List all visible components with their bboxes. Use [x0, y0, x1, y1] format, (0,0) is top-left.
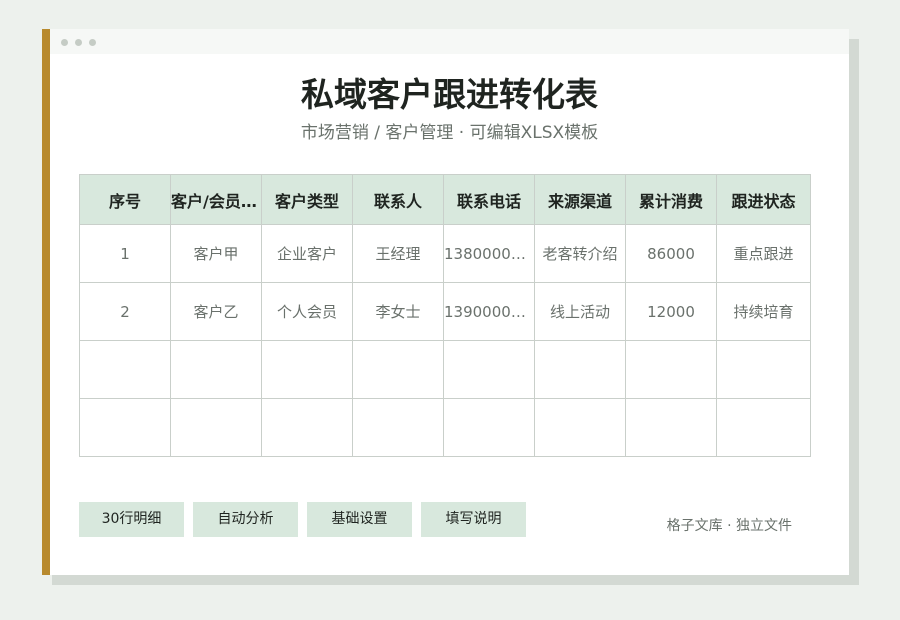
table-cell[interactable]: 持续培育	[716, 282, 811, 341]
column-header-customer[interactable]: 客户/会员名称	[170, 174, 262, 225]
table-cell[interactable]: 重点跟进	[716, 224, 811, 283]
table-cell[interactable]	[716, 398, 811, 457]
table-row	[79, 398, 811, 457]
table-cell[interactable]: 13900000000	[443, 282, 535, 341]
column-header-index[interactable]: 序号	[79, 174, 171, 225]
table-cell[interactable]	[625, 340, 717, 399]
accent-bar	[42, 29, 50, 575]
column-header-channel[interactable]: 来源渠道	[534, 174, 626, 225]
table-cell[interactable]: 1	[79, 224, 171, 283]
table-cell[interactable]	[534, 340, 626, 399]
sheet-tab-settings[interactable]: 基础设置	[307, 502, 412, 537]
column-header-contact[interactable]: 联系人	[352, 174, 444, 225]
table-cell[interactable]: 王经理	[352, 224, 444, 283]
sheet-tab-analysis[interactable]: 自动分析	[193, 502, 298, 537]
column-header-spend[interactable]: 累计消费	[625, 174, 717, 225]
table-cell[interactable]: 13800000000	[443, 224, 535, 283]
page-subtitle: 市场营销 / 客户管理 · 可编辑XLSX模板	[300, 123, 599, 143]
table-cell[interactable]	[625, 398, 717, 457]
table-cell[interactable]: 86000	[625, 224, 717, 283]
window-dot-icon	[89, 39, 96, 46]
table-row: 1 客户甲 企业客户 王经理 13800000000 老客转介绍 86000 重…	[79, 224, 811, 283]
window-dot-icon	[75, 39, 82, 46]
table-cell[interactable]	[443, 398, 535, 457]
table-cell[interactable]: 客户甲	[170, 224, 262, 283]
table-row	[79, 340, 811, 399]
table-cell[interactable]: 个人会员	[261, 282, 353, 341]
column-header-phone[interactable]: 联系电话	[443, 174, 535, 225]
table-cell[interactable]: 李女士	[352, 282, 444, 341]
table-cell[interactable]: 线上活动	[534, 282, 626, 341]
table-cell[interactable]	[716, 340, 811, 399]
table-cell[interactable]	[170, 398, 262, 457]
window-titlebar	[50, 29, 849, 54]
table-cell[interactable]	[443, 340, 535, 399]
column-header-status[interactable]: 跟进状态	[716, 174, 811, 225]
table-cell[interactable]: 客户乙	[170, 282, 262, 341]
table-cell[interactable]	[352, 398, 444, 457]
page-title: 私域客户跟进转化表	[301, 75, 598, 114]
table-cell[interactable]	[79, 340, 171, 399]
sheet-tab-detail[interactable]: 30行明细	[79, 502, 184, 537]
table-cell[interactable]	[352, 340, 444, 399]
table-cell[interactable]	[170, 340, 262, 399]
table-cell[interactable]	[79, 398, 171, 457]
table-cell[interactable]: 老客转介绍	[534, 224, 626, 283]
table-cell[interactable]: 企业客户	[261, 224, 353, 283]
table-cell[interactable]: 12000	[625, 282, 717, 341]
table-cell[interactable]	[534, 398, 626, 457]
table-row: 2 客户乙 个人会员 李女士 13900000000 线上活动 12000 持续…	[79, 282, 811, 341]
table-cell[interactable]	[261, 340, 353, 399]
table-cell[interactable]: 2	[79, 282, 171, 341]
column-header-type[interactable]: 客户类型	[261, 174, 353, 225]
sheet-tab-instructions[interactable]: 填写说明	[421, 502, 526, 537]
table-header-row: 序号 客户/会员名称 客户类型 联系人 联系电话 来源渠道 累计消费 跟进状态	[79, 174, 811, 225]
table-cell[interactable]	[261, 398, 353, 457]
window-dot-icon	[61, 39, 68, 46]
footer-note: 格子文库 · 独立文件	[666, 518, 792, 534]
customer-table: 序号 客户/会员名称 客户类型 联系人 联系电话 来源渠道 累计消费 跟进状态 …	[79, 174, 811, 457]
document-window: 私域客户跟进转化表 市场营销 / 客户管理 · 可编辑XLSX模板 序号 客户/…	[50, 29, 849, 575]
